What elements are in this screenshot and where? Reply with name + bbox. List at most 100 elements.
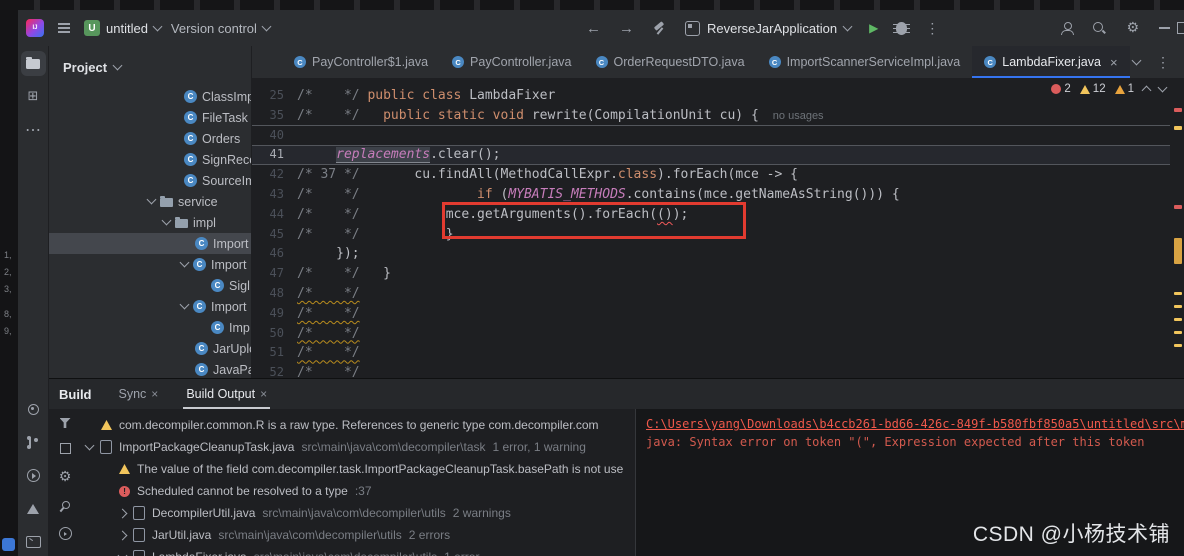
- pin-icon[interactable]: [59, 500, 71, 512]
- build-message-row[interactable]: LambdaFixer.java src\main\java\com\decomp…: [81, 546, 635, 556]
- editor-tab-OrderRequestDTO.java[interactable]: C OrderRequestDTO.java: [584, 46, 757, 78]
- chevron-down-icon[interactable]: [179, 299, 190, 310]
- error-count[interactable]: 2: [1051, 83, 1071, 95]
- chevron-down-icon[interactable]: [161, 215, 172, 226]
- chevron-right-icon[interactable]: [117, 508, 128, 518]
- line-number[interactable]: 41: [252, 145, 297, 165]
- forward-button[interactable]: →: [619, 20, 634, 37]
- more-actions-icon[interactable]: ⋮: [925, 20, 939, 37]
- line-number[interactable]: 43: [252, 185, 297, 205]
- stop-icon[interactable]: [59, 443, 71, 454]
- build-message-row[interactable]: The value of the field com.decompiler.ta…: [81, 458, 635, 480]
- filter-icon[interactable]: [59, 418, 71, 428]
- run-configuration-widget[interactable]: ReverseJarApplication: [685, 20, 853, 36]
- editor-tab-PayController.java[interactable]: C PayController.java: [440, 46, 583, 78]
- tree-item-impl[interactable]: impl: [49, 212, 251, 233]
- tree-item-javapa[interactable]: C JavaPa: [49, 359, 251, 378]
- tree-item-service[interactable]: service: [49, 191, 251, 212]
- build-message-row[interactable]: com.decompiler.common.R is a raw type. R…: [81, 414, 635, 436]
- inlay-hint[interactable]: no usages: [773, 110, 824, 122]
- stripe-mark[interactable]: [1174, 292, 1182, 295]
- line-number[interactable]: 49: [252, 304, 297, 324]
- search-everywhere-icon[interactable]: [1093, 21, 1106, 35]
- next-problem-icon[interactable]: [1157, 82, 1168, 92]
- build-hammer-icon[interactable]: [652, 21, 667, 36]
- line-number[interactable]: 35: [252, 106, 297, 126]
- build-message-row[interactable]: DecompilerUtil.java src\main\java\com\dec…: [81, 502, 635, 524]
- code-with-me-icon[interactable]: [1061, 21, 1075, 35]
- build-tab-build-output[interactable]: Build Output ×: [183, 379, 270, 409]
- settings-gear-icon[interactable]: ⚙: [59, 469, 72, 485]
- sidebar-item-structure[interactable]: ⊞: [21, 84, 46, 109]
- tree-item-sourceimp[interactable]: C SourceImp: [49, 170, 251, 191]
- build-tab-sync[interactable]: Sync ×: [116, 379, 162, 409]
- settings-gear-icon[interactable]: ⚙: [1126, 20, 1139, 36]
- stripe-mark[interactable]: [1174, 108, 1182, 112]
- chevron-down-icon[interactable]: [117, 550, 128, 556]
- main-menu-icon[interactable]: [54, 23, 74, 33]
- rerun-icon[interactable]: [58, 527, 72, 540]
- line-number[interactable]: 40: [252, 126, 297, 146]
- chevron-right-icon[interactable]: [117, 530, 128, 540]
- warning-count[interactable]: 12: [1079, 83, 1106, 95]
- stripe-mark[interactable]: [1174, 318, 1182, 321]
- inspections-widget[interactable]: 2 12 1: [1051, 82, 1168, 95]
- tree-item-classimpo[interactable]: C ClassImpo: [49, 86, 251, 107]
- stripe-mark[interactable]: [1174, 331, 1182, 334]
- editor-tab-PayController$1.java[interactable]: C PayController$1.java: [282, 46, 440, 78]
- build-panel-title[interactable]: Build: [59, 387, 92, 402]
- error-stripe[interactable]: [1172, 78, 1184, 378]
- tree-item-jaruplo[interactable]: C JarUplo: [49, 338, 251, 359]
- editor-tab-ImportScannerServiceImpl.java[interactable]: C ImportScannerServiceImpl.java: [757, 46, 973, 78]
- chevron-down-icon[interactable]: [179, 257, 190, 268]
- sidebar-item-project[interactable]: [20, 51, 46, 76]
- project-widget[interactable]: U untitled: [84, 20, 163, 36]
- line-number[interactable]: 47: [252, 264, 297, 284]
- tree-item-orders[interactable]: C Orders: [49, 128, 251, 149]
- tree-item-sigl[interactable]: C Sigl: [49, 275, 251, 296]
- line-number[interactable]: 48: [252, 284, 297, 304]
- tree-item-imp[interactable]: C Imp: [49, 317, 251, 338]
- line-number[interactable]: 52: [252, 363, 297, 378]
- back-button[interactable]: ←: [586, 20, 601, 37]
- build-message-row[interactable]: Scheduled cannot be resolved to a type:3…: [81, 480, 635, 502]
- tree-item-import[interactable]: C Import: [49, 233, 251, 254]
- sidebar-item-services[interactable]: [21, 463, 46, 488]
- maximize-button-partial[interactable]: [1177, 22, 1184, 34]
- vcs-widget[interactable]: Version control: [171, 21, 272, 36]
- stripe-mark[interactable]: [1174, 344, 1182, 347]
- sidebar-item-terminal[interactable]: [21, 529, 46, 554]
- stripe-mark[interactable]: [1174, 238, 1182, 264]
- chevron-down-icon[interactable]: [146, 194, 157, 205]
- close-icon[interactable]: ×: [1110, 55, 1118, 70]
- stripe-mark[interactable]: [1174, 205, 1182, 209]
- line-number[interactable]: 50: [252, 324, 297, 344]
- console-file-link[interactable]: C:\Users\yang\Downloads\b4ccb261-bd66-42…: [646, 417, 1184, 431]
- build-message-row[interactable]: JarUtil.java src\main\java\com\decompiler…: [81, 524, 635, 546]
- line-number[interactable]: 45: [252, 225, 297, 245]
- stripe-mark[interactable]: [1174, 305, 1182, 308]
- tab-options-icon[interactable]: ⋮: [1156, 54, 1170, 71]
- line-number[interactable]: 25: [252, 86, 297, 106]
- run-button[interactable]: ▶: [869, 21, 878, 35]
- previous-problem-icon[interactable]: [1141, 85, 1152, 95]
- line-number[interactable]: 51: [252, 343, 297, 363]
- tree-item-import[interactable]: C Import: [49, 296, 251, 317]
- stripe-mark[interactable]: [1174, 126, 1182, 130]
- hidden-tabs-icon[interactable]: [1131, 55, 1142, 65]
- tree-item-import[interactable]: C Import: [49, 254, 251, 275]
- debug-button[interactable]: [893, 21, 911, 35]
- code-editor[interactable]: 25/* */ public class LambdaFixer 35/* */ …: [252, 78, 1184, 378]
- sidebar-item-commit[interactable]: [21, 397, 46, 422]
- chevron-down-icon[interactable]: [84, 440, 95, 450]
- sidebar-item-problems[interactable]: [21, 496, 46, 521]
- sidebar-item-vcs[interactable]: [21, 430, 46, 455]
- tree-item-signrecor[interactable]: C SignRecor: [49, 149, 251, 170]
- build-message-row[interactable]: ImportPackageCleanupTask.java src\main\ja…: [81, 436, 635, 458]
- project-panel-header[interactable]: Project: [49, 54, 251, 80]
- minimize-button[interactable]: [1159, 27, 1170, 29]
- close-icon[interactable]: ×: [151, 387, 158, 401]
- close-icon[interactable]: ×: [260, 387, 267, 401]
- weak-warning-count[interactable]: 1: [1114, 83, 1134, 95]
- line-number[interactable]: 44: [252, 205, 297, 225]
